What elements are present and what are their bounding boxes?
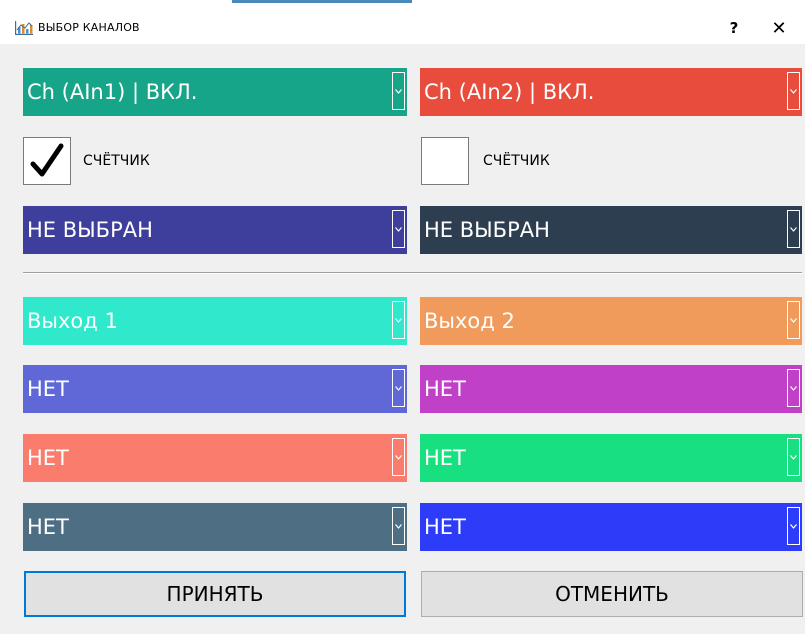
title-bar: ВЫБОР КАНАЛОВ ? ✕ bbox=[0, 0, 805, 44]
counter-right-label[interactable]: СЧЁТЧИК bbox=[483, 151, 550, 171]
chevron-down-icon[interactable] bbox=[787, 301, 800, 339]
select-right-value: НЕ ВЫБРАН bbox=[424, 218, 550, 242]
channel-left-combo[interactable]: Ch (AIn1) | ВКЛ. bbox=[23, 68, 407, 116]
output-right-value-2: НЕТ bbox=[424, 377, 466, 401]
channel-select-dialog: ВЫБОР КАНАЛОВ ? ✕ Ch (AIn1) | ВКЛ. Ch (A… bbox=[0, 0, 805, 634]
chevron-down-icon[interactable] bbox=[787, 72, 800, 110]
channel-left-value: Ch (AIn1) | ВКЛ. bbox=[27, 80, 198, 104]
select-left-combo[interactable]: НЕ ВЫБРАН bbox=[23, 206, 407, 254]
output-left-combo-4[interactable]: НЕТ bbox=[23, 503, 407, 551]
output-left-value-1: Выход 1 bbox=[27, 309, 118, 333]
output-right-value-3: НЕТ bbox=[424, 446, 466, 470]
chevron-down-icon[interactable] bbox=[392, 438, 405, 476]
output-left-combo-2[interactable]: НЕТ bbox=[23, 365, 407, 413]
output-left-value-4: НЕТ bbox=[27, 515, 69, 539]
separator-highlight bbox=[23, 273, 802, 274]
output-right-combo-1[interactable]: Выход 2 bbox=[420, 297, 802, 345]
counter-left-label[interactable]: СЧЁТЧИК bbox=[83, 151, 150, 171]
cancel-button[interactable]: ОТМЕНИТЬ bbox=[421, 571, 803, 617]
output-right-value-4: НЕТ bbox=[424, 515, 466, 539]
title-accent-strip bbox=[232, 0, 412, 3]
output-right-combo-2[interactable]: НЕТ bbox=[420, 365, 802, 413]
output-right-value-1: Выход 2 bbox=[424, 309, 515, 333]
output-left-value-2: НЕТ bbox=[27, 377, 69, 401]
counter-right-checkbox[interactable] bbox=[421, 137, 469, 185]
chevron-down-icon[interactable] bbox=[787, 507, 800, 545]
chevron-down-icon[interactable] bbox=[787, 438, 800, 476]
output-left-value-3: НЕТ bbox=[27, 446, 69, 470]
accept-button[interactable]: ПРИНЯТЬ bbox=[24, 571, 406, 617]
chevron-down-icon[interactable] bbox=[392, 507, 405, 545]
output-right-combo-3[interactable]: НЕТ bbox=[420, 434, 802, 482]
window-title: ВЫБОР КАНАЛОВ bbox=[38, 21, 140, 34]
counter-left-checkbox[interactable] bbox=[23, 137, 71, 185]
checkmark-icon bbox=[30, 143, 64, 177]
app-chart-icon bbox=[15, 21, 33, 35]
chevron-down-icon[interactable] bbox=[392, 369, 405, 407]
select-left-value: НЕ ВЫБРАН bbox=[27, 218, 153, 242]
chevron-down-icon[interactable] bbox=[787, 369, 800, 407]
chevron-down-icon[interactable] bbox=[392, 72, 405, 110]
output-left-combo-3[interactable]: НЕТ bbox=[23, 434, 407, 482]
help-button[interactable]: ? bbox=[712, 12, 756, 44]
chevron-down-icon[interactable] bbox=[392, 301, 405, 339]
close-button[interactable]: ✕ bbox=[757, 12, 801, 44]
channel-right-combo[interactable]: Ch (AIn2) | ВКЛ. bbox=[420, 68, 802, 116]
select-right-combo[interactable]: НЕ ВЫБРАН bbox=[420, 206, 802, 254]
chevron-down-icon[interactable] bbox=[392, 210, 405, 248]
chevron-down-icon[interactable] bbox=[787, 210, 800, 248]
channel-right-value: Ch (AIn2) | ВКЛ. bbox=[424, 80, 595, 104]
output-left-combo-1[interactable]: Выход 1 bbox=[23, 297, 407, 345]
output-right-combo-4[interactable]: НЕТ bbox=[420, 503, 802, 551]
